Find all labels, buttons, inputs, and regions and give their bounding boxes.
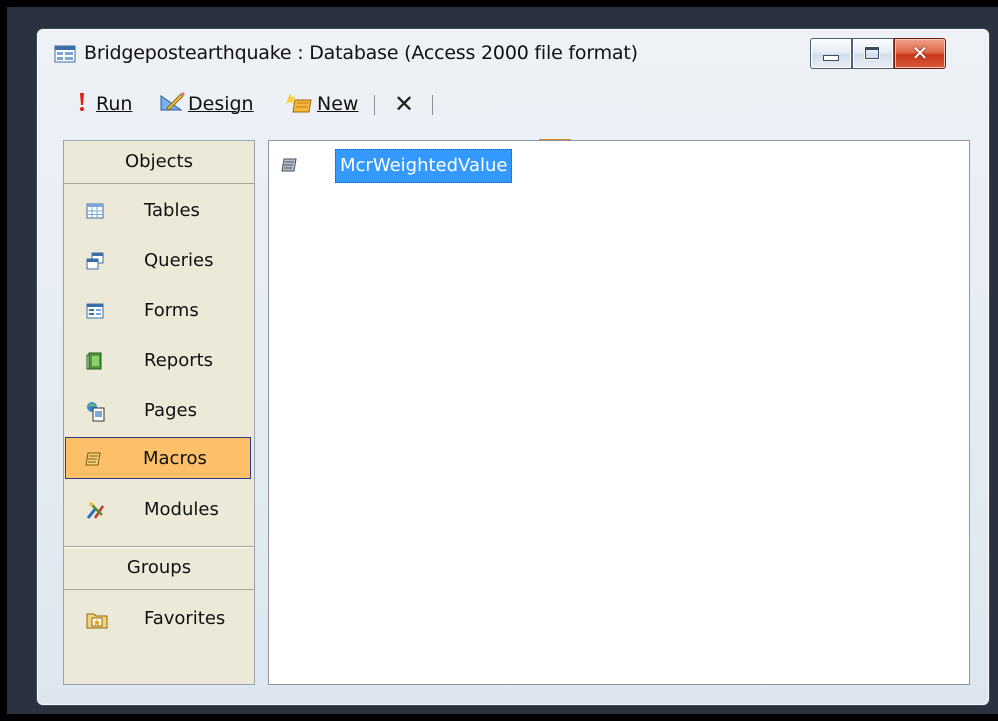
sidebar-item-label: Forms xyxy=(144,300,199,321)
close-button[interactable]: ✕ xyxy=(894,38,946,69)
run-button[interactable]: Run xyxy=(77,89,132,119)
screen-border-top xyxy=(0,0,998,7)
database-icon xyxy=(54,44,76,64)
minimize-icon xyxy=(823,55,839,61)
module-icon xyxy=(86,501,105,519)
minimize-button[interactable] xyxy=(810,38,852,69)
objects-bar: Objects Tables Queries Forms Reports Pag… xyxy=(63,140,255,685)
sidebar-item-label: Pages xyxy=(144,400,197,421)
maximize-icon xyxy=(865,47,879,59)
sidebar-item-label: Macros xyxy=(143,448,207,469)
delete-icon: ✕ xyxy=(394,90,415,118)
page-icon xyxy=(86,402,105,422)
design-icon xyxy=(159,90,185,119)
macro-icon xyxy=(85,450,103,468)
new-button[interactable]: New xyxy=(285,89,358,119)
sidebar-item-label: Queries xyxy=(144,250,214,271)
sidebar-item-queries[interactable]: Queries xyxy=(66,240,252,282)
sidebar-item-label: Favorites xyxy=(144,608,226,629)
maximize-button[interactable] xyxy=(852,38,894,69)
object-list[interactable]: McrWeightedValue xyxy=(268,140,970,685)
macro-name-label[interactable]: McrWeightedValue xyxy=(335,149,513,183)
favorites-folder-icon xyxy=(86,611,108,629)
database-window: Bridgepostearthquake : Database (Access … xyxy=(36,28,990,706)
new-label: New xyxy=(317,93,359,115)
run-icon xyxy=(77,91,89,118)
groups-group-header[interactable]: Groups xyxy=(64,547,254,590)
run-label: Run xyxy=(96,93,133,115)
sidebar-item-macros[interactable]: Macros xyxy=(65,437,251,479)
new-icon xyxy=(285,90,315,119)
title-bar[interactable]: Bridgepostearthquake : Database (Access … xyxy=(37,29,989,81)
screen-border-bottom xyxy=(0,714,998,721)
design-button[interactable]: Design xyxy=(159,89,254,119)
design-label: Design xyxy=(188,93,254,115)
sidebar-item-modules[interactable]: Modules xyxy=(66,489,252,531)
sidebar-item-favorites[interactable]: Favorites xyxy=(66,598,252,640)
macro-icon xyxy=(281,156,299,174)
toolbar-separator xyxy=(432,95,433,115)
window-title: Bridgepostearthquake : Database (Access … xyxy=(84,42,638,64)
sidebar-item-label: Reports xyxy=(144,350,214,371)
sidebar-item-label: Modules xyxy=(144,499,219,520)
database-client-area: Objects Tables Queries Forms Reports Pag… xyxy=(56,139,970,691)
sidebar-item-reports[interactable]: Reports xyxy=(66,340,252,382)
delete-button[interactable]: ✕ xyxy=(394,89,414,119)
report-icon xyxy=(86,352,104,370)
toolbar-separator xyxy=(374,95,375,115)
query-icon xyxy=(86,252,104,270)
sidebar-item-label: Tables xyxy=(144,200,200,221)
objects-group-header[interactable]: Objects xyxy=(64,141,254,184)
close-icon: ✕ xyxy=(911,41,929,65)
sidebar-item-forms[interactable]: Forms xyxy=(66,290,252,332)
table-icon xyxy=(86,202,104,220)
toolbar: Run Design New ✕ xyxy=(37,81,989,171)
form-icon xyxy=(86,302,104,320)
sidebar-item-pages[interactable]: Pages xyxy=(66,390,252,432)
screen-border-left xyxy=(0,0,7,721)
sidebar-item-tables[interactable]: Tables xyxy=(66,190,252,232)
